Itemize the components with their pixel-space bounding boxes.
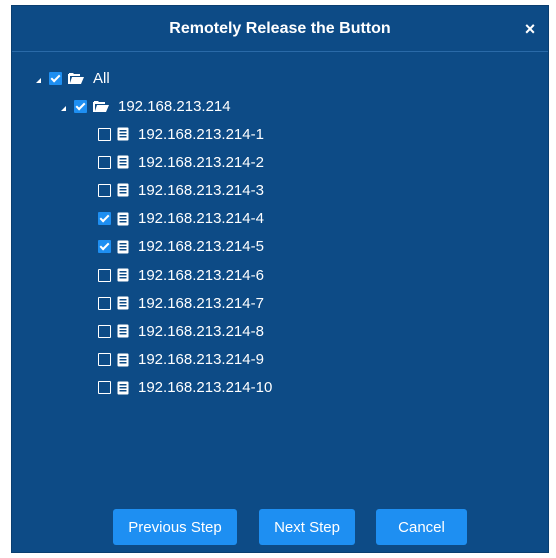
tree-node-label: 192.168.213.214-8 [138, 322, 264, 340]
device-checkbox[interactable] [98, 324, 111, 338]
tree-node-group[interactable]: 192.168.213.214 [61, 92, 231, 120]
device-checkbox[interactable] [98, 183, 111, 197]
tree-node-label: 192.168.213.214-6 [138, 266, 264, 284]
device-checkbox[interactable] [98, 381, 111, 395]
folder-open-icon [93, 100, 109, 113]
device-checkbox[interactable] [98, 212, 111, 226]
tree-node-device[interactable]: 192.168.213.214-3 [98, 176, 264, 204]
release-button-dialog: Remotely Release the Button × All 192.16… [11, 5, 549, 553]
tree-node-device[interactable]: 192.168.213.214-6 [98, 261, 264, 289]
tree-node-label: 192.168.213.214-3 [138, 181, 264, 199]
dialog-title: Remotely Release the Button [169, 20, 391, 37]
folder-open-icon [68, 72, 84, 85]
previous-step-button[interactable]: Previous Step [113, 509, 237, 545]
device-icon [117, 353, 129, 367]
device-icon [117, 381, 129, 395]
device-icon [117, 212, 129, 226]
tree-node-label: 192.168.213.214-1 [138, 125, 264, 143]
tree-node-device[interactable]: 192.168.213.214-1 [98, 120, 264, 148]
tree-node-device[interactable]: 192.168.213.214-9 [98, 346, 264, 374]
expand-arrow-icon[interactable] [36, 77, 41, 83]
tree-node-all[interactable]: All [36, 64, 110, 92]
tree-node-device[interactable]: 192.168.213.214-8 [98, 317, 264, 345]
device-checkbox[interactable] [98, 268, 111, 282]
checkbox-group[interactable] [74, 99, 87, 113]
dialog-titlebar: Remotely Release the Button × [12, 6, 548, 52]
device-checkbox[interactable] [98, 155, 111, 169]
cancel-button[interactable]: Cancel [376, 509, 467, 545]
tree-node-device[interactable]: 192.168.213.214-4 [98, 205, 264, 233]
device-icon [117, 127, 129, 141]
close-icon[interactable]: × [520, 19, 540, 39]
tree-node-label: 192.168.213.214-4 [138, 210, 264, 228]
tree-node-label: 192.168.213.214-2 [138, 153, 264, 171]
device-icon [117, 324, 129, 338]
device-checkbox[interactable] [98, 127, 111, 141]
tree-node-label: 192.168.213.214-5 [138, 238, 264, 256]
device-icon [117, 296, 129, 310]
tree-node-label: 192.168.213.214 [118, 97, 231, 115]
tree-node-device[interactable]: 192.168.213.214-2 [98, 148, 264, 176]
device-icon [117, 268, 129, 282]
dialog-footer: Previous Step Next Step Cancel [12, 509, 548, 545]
tree-node-device[interactable]: 192.168.213.214-7 [98, 289, 264, 317]
next-step-button[interactable]: Next Step [259, 509, 355, 545]
tree-node-label: All [93, 69, 110, 87]
tree-node-label: 192.168.213.214-7 [138, 294, 264, 312]
device-icon [117, 155, 129, 169]
checkbox-all[interactable] [49, 71, 62, 85]
device-checkbox[interactable] [98, 240, 111, 254]
device-icon [117, 240, 129, 254]
tree-node-label: 192.168.213.214-10 [138, 379, 273, 397]
device-icon [117, 183, 129, 197]
device-checkbox[interactable] [98, 353, 111, 367]
tree-node-device[interactable]: 192.168.213.214-10 [98, 374, 272, 402]
device-checkbox[interactable] [98, 296, 111, 310]
tree-node-label: 192.168.213.214-9 [138, 351, 264, 369]
tree-node-device[interactable]: 192.168.213.214-5 [98, 233, 264, 261]
expand-arrow-icon[interactable] [61, 105, 66, 111]
